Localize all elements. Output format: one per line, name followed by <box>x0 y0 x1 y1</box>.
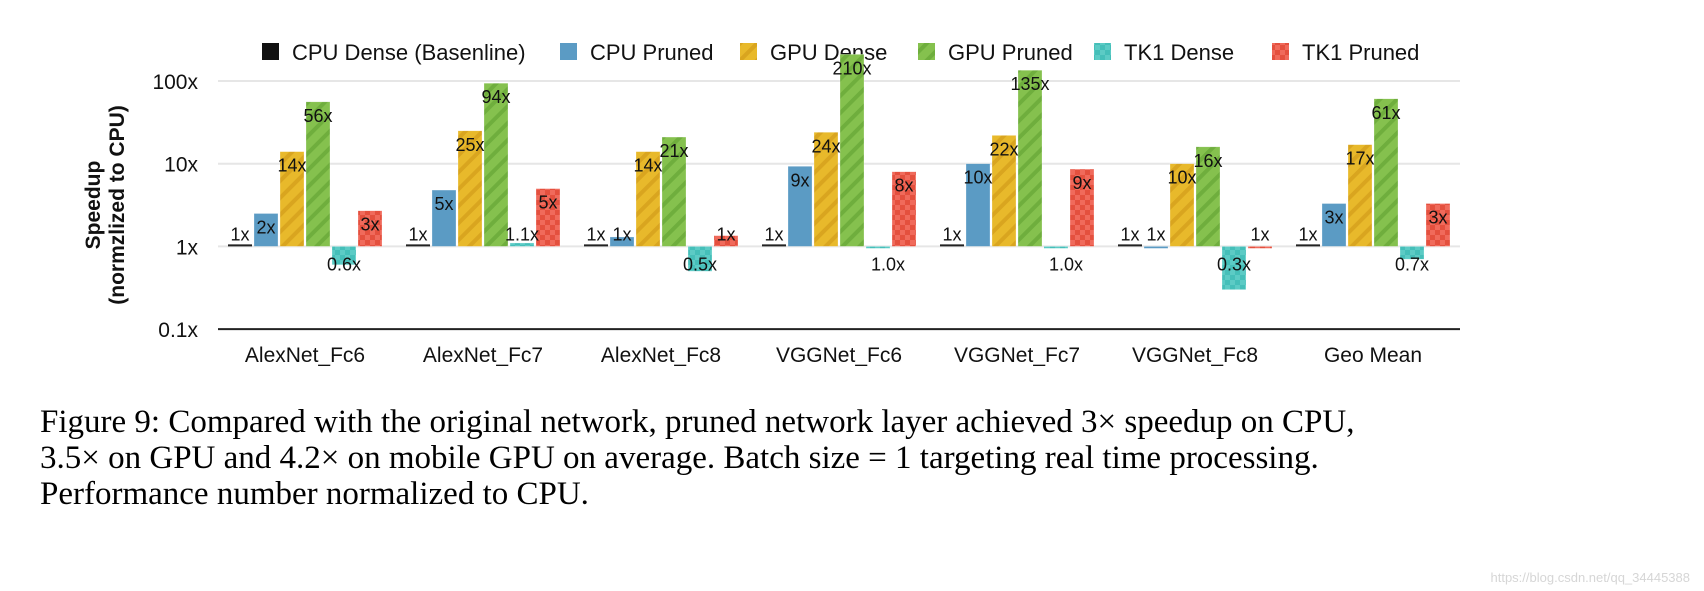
bar-gpu-pruned-vggnet-fc7 <box>1017 69 1043 247</box>
data-label-gpu-dense-alexnet-fc6: 14x <box>277 156 306 176</box>
data-label-cpu-pruned-vggnet-fc8: 1x <box>1146 224 1165 244</box>
data-label-cpu-pruned-vggnet-fc7: 10x <box>963 168 992 188</box>
y-tick-label: 0.1x <box>158 319 198 342</box>
data-label-tk1-dense-alexnet-fc6: 0.6x <box>327 254 361 274</box>
data-labels: 1x 2x14x56x0.6x3x 1x5x25x94x1.1x5x1x 1x14x2… <box>230 58 1447 274</box>
x-tick-label: AlexNet_Fc8 <box>601 344 721 367</box>
bar-tk1-dense-vggnet-fc7 <box>1043 246 1069 249</box>
data-label-tk1-dense-vggnet-fc6: 1.0x <box>871 254 905 274</box>
data-label-tk1-pruned-alexnet-fc7: 5x <box>538 193 557 213</box>
data-label-tk1-dense-geo-mean: 0.7x <box>1395 254 1429 274</box>
legend-label: TK1 Pruned <box>1302 40 1419 65</box>
bar-group-alexnet-fc7 <box>406 82 561 247</box>
watermark-url: https://blog.csdn.net/qq_34445388 <box>1490 570 1691 585</box>
data-label-gpu-pruned-vggnet-fc7: 135x <box>1010 74 1049 94</box>
data-label-cpu-dense-basenline-vggnet-fc6: 1x <box>764 224 783 244</box>
data-label-cpu-dense-basenline-geo-mean: 1x <box>1298 224 1317 244</box>
data-label-gpu-pruned-alexnet-fc7: 94x <box>481 87 510 107</box>
y-axis-title-line: Speedup <box>82 161 105 250</box>
x-tick-label: AlexNet_Fc6 <box>245 344 365 367</box>
legend-swatch <box>1094 43 1111 60</box>
grid-lines <box>218 80 1460 331</box>
legend-label: GPU Pruned <box>948 40 1073 65</box>
data-label-gpu-pruned-vggnet-fc8: 16x <box>1193 151 1222 171</box>
data-label-tk1-pruned-vggnet-fc8: 1x <box>1250 224 1269 244</box>
data-label-gpu-dense-vggnet-fc8: 10x <box>1167 168 1196 188</box>
legend-swatch <box>262 43 279 60</box>
data-label-tk1-dense-alexnet-fc7: 1.1x <box>505 224 539 244</box>
caption-line: Figure 9: Compared with the original net… <box>40 404 1355 440</box>
bar-tk1-pruned-vggnet-fc8 <box>1247 246 1273 249</box>
caption-line: 3.5× on GPU and 4.2× on mobile GPU on av… <box>40 440 1319 476</box>
data-label-tk1-pruned-geo-mean: 3x <box>1428 208 1447 228</box>
data-label-tk1-pruned-alexnet-fc8: 1x <box>716 224 735 244</box>
legend-swatch <box>1272 43 1289 60</box>
x-tick-label: Geo Mean <box>1324 344 1422 367</box>
y-tick-label: 10x <box>164 154 198 177</box>
data-label-cpu-pruned-alexnet-fc8: 1x <box>612 224 631 244</box>
data-label-cpu-dense-basenline-alexnet-fc6: 1x <box>230 224 249 244</box>
x-tick-label: VGGNet_Fc7 <box>954 344 1080 367</box>
bar-group-alexnet-fc6 <box>228 101 383 265</box>
legend-label: CPU Dense (Basenline) <box>292 40 526 65</box>
x-tick-label: VGGNet_Fc6 <box>776 344 902 367</box>
y-axis: 100x 10x 1x 0.1x <box>152 71 198 342</box>
bar-gpu-pruned-vggnet-fc6 <box>839 54 865 247</box>
data-label-cpu-pruned-alexnet-fc6: 2x <box>256 217 275 237</box>
legend-swatch <box>918 43 935 60</box>
y-axis-title-line: (normzlized to CPU) <box>106 105 129 305</box>
data-label-gpu-pruned-alexnet-fc6: 56x <box>303 106 332 126</box>
legend-item-gpu-pruned: GPU Pruned <box>918 40 1073 65</box>
figure-caption: Figure 9: Compared with the original net… <box>40 404 1520 512</box>
legend-label: TK1 Dense <box>1124 40 1234 65</box>
x-tick-label: AlexNet_Fc7 <box>423 344 543 367</box>
data-label-gpu-dense-alexnet-fc8: 14x <box>633 156 662 176</box>
bar-tk1-dense-vggnet-fc6 <box>865 246 891 249</box>
data-label-cpu-dense-basenline-vggnet-fc7: 1x <box>942 224 961 244</box>
legend-item-tk1-dense: TK1 Dense <box>1094 40 1234 65</box>
data-label-tk1-dense-alexnet-fc8: 0.5x <box>683 254 717 274</box>
data-label-gpu-dense-geo-mean: 17x <box>1345 149 1374 169</box>
data-label-cpu-pruned-vggnet-fc6: 9x <box>790 170 809 190</box>
legend-item-cpu-pruned: CPU Pruned <box>560 40 714 65</box>
legend-label: CPU Pruned <box>590 40 714 65</box>
data-label-cpu-pruned-geo-mean: 3x <box>1324 208 1343 228</box>
x-tick-label: VGGNet_Fc8 <box>1132 344 1258 367</box>
data-label-tk1-pruned-alexnet-fc6: 3x <box>360 215 379 235</box>
data-label-gpu-dense-vggnet-fc6: 24x <box>811 136 840 156</box>
data-label-tk1-pruned-vggnet-fc7: 9x <box>1072 173 1091 193</box>
data-label-cpu-dense-basenline-vggnet-fc8: 1x <box>1120 224 1139 244</box>
data-label-tk1-dense-vggnet-fc7: 1.0x <box>1049 254 1083 274</box>
legend-swatch <box>560 43 577 60</box>
data-label-cpu-dense-basenline-alexnet-fc8: 1x <box>586 224 605 244</box>
legend-item-cpu-dense-basenline: CPU Dense (Basenline) <box>262 40 526 65</box>
data-label-cpu-pruned-alexnet-fc7: 5x <box>434 194 453 214</box>
data-label-tk1-pruned-vggnet-fc6: 8x <box>894 176 913 196</box>
bar-gpu-pruned-alexnet-fc7 <box>483 82 509 247</box>
legend-item-tk1-pruned: TK1 Pruned <box>1272 40 1419 65</box>
data-label-cpu-dense-basenline-alexnet-fc7: 1x <box>408 224 427 244</box>
data-label-tk1-dense-vggnet-fc8: 0.3x <box>1217 254 1251 274</box>
legend-swatch <box>740 43 757 60</box>
bar-cpu-pruned-vggnet-fc8 <box>1143 246 1169 249</box>
x-axis: AlexNet_Fc6 AlexNet_Fc7 AlexNet_Fc8 VGGNet_… <box>245 344 1422 367</box>
data-label-gpu-dense-vggnet-fc7: 22x <box>989 139 1018 159</box>
y-axis-title: Speedup (normzlized to CPU) <box>82 105 129 305</box>
data-label-gpu-pruned-alexnet-fc8: 21x <box>659 141 688 161</box>
bar-group-geo-mean <box>1296 98 1451 260</box>
data-label-gpu-pruned-geo-mean: 61x <box>1371 103 1400 123</box>
y-tick-label: 100x <box>152 71 198 94</box>
bars <box>228 54 1451 290</box>
speedup-bar-chart: CPU Dense (Basenline) CPU Pruned GPU Dense… <box>82 40 1460 367</box>
caption-line: Performance number normalized to CPU. <box>40 476 589 512</box>
y-tick-label: 1x <box>176 236 199 259</box>
data-label-gpu-pruned-vggnet-fc6: 210x <box>832 58 871 78</box>
data-label-gpu-dense-alexnet-fc7: 25x <box>455 135 484 155</box>
